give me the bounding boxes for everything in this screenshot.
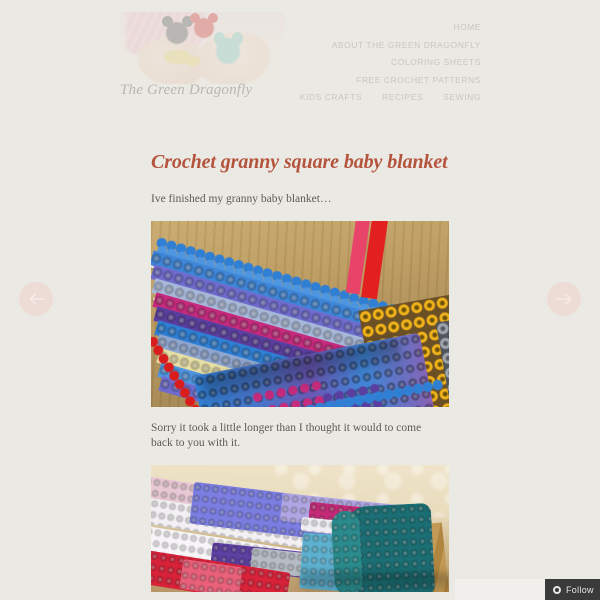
post-title[interactable]: Crochet granny square baby blanket [151,150,451,174]
nav-item-about[interactable]: ABOUT THE GREEN DRAGONFLY [332,38,481,54]
nav-row: KIDS CRAFTS RECIPES SEWING [216,88,481,106]
post-paragraph-1: Ive finished my granny baby blanket… [151,193,332,205]
carousel-next-button[interactable] [547,282,581,316]
post-article: Crochet granny square baby blanket Ive f… [151,150,451,592]
follow-bar: Follow [455,579,600,600]
nav-item-sewing[interactable]: SEWING [443,90,481,106]
nav-row: ABOUT THE GREEN DRAGONFLY [216,36,481,54]
primary-navigation[interactable]: HOME ABOUT THE GREEN DRAGONFLY COLORING … [216,18,481,106]
post-image-blanket-on-table[interactable] [151,220,449,407]
nav-item-coloring-sheets[interactable]: COLORING SHEETS [391,55,481,71]
follow-button[interactable]: Follow [545,579,600,600]
site-header: The Green Dragonfly HOME ABOUT THE GREEN… [0,0,600,108]
arrow-right-icon [555,292,573,306]
nav-item-kids-crafts[interactable]: KIDS CRAFTS [300,90,362,106]
nav-row: COLORING SHEETS [216,53,481,71]
wordpress-follow-icon [553,585,561,594]
nav-item-free-crochet-patterns[interactable]: FREE CROCHET PATTERNS [356,73,481,89]
post-paragraph-2: Sorry it took a little longer than I tho… [151,421,422,450]
nav-row: HOME [216,18,481,36]
nav-item-home[interactable]: HOME [453,20,481,36]
post-image-folded-blanket[interactable] [151,464,449,592]
follow-bar-panel [455,579,545,600]
nav-row: FREE CROCHET PATTERNS [216,71,481,89]
nav-item-recipes[interactable]: RECIPES [382,90,423,106]
follow-button-label: Follow [566,584,594,595]
arrow-left-icon [28,292,45,306]
carousel-prev-button[interactable] [19,282,53,316]
